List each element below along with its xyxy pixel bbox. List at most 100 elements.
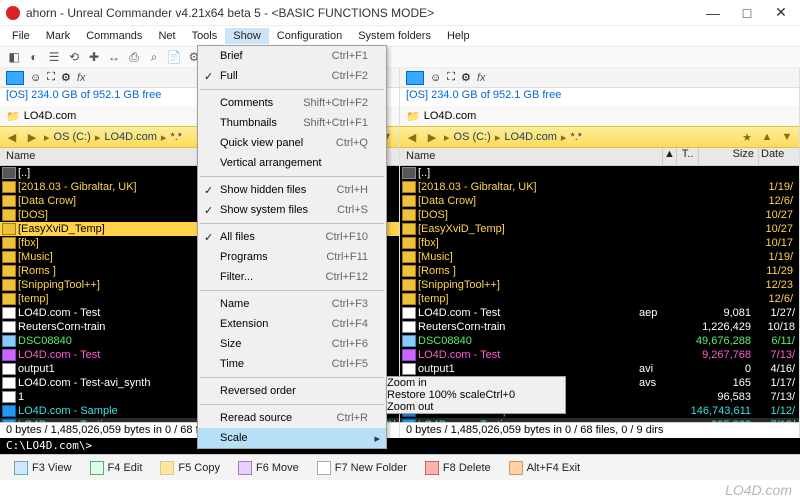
menu-item-vertical-arrangement[interactable]: Vertical arrangement [198, 153, 386, 173]
submenu-item-zoom-out[interactable]: Zoom out [387, 401, 565, 413]
menu-item-full[interactable]: ✓FullCtrl+F2 [198, 66, 386, 86]
list-item[interactable]: [fbx]10/17 [400, 236, 799, 250]
tool-icon[interactable]: ◧ [6, 49, 22, 65]
menu-item-all-files[interactable]: ✓All filesCtrl+F10 [198, 227, 386, 247]
drive-icon[interactable]: ☺ [430, 72, 441, 84]
nav-back-icon[interactable]: ◀ [404, 131, 420, 144]
list-item[interactable]: [DOS]10/27 [400, 208, 799, 222]
path-folder: LO4D.com [104, 131, 157, 143]
tool-icon[interactable]: ⌕ [146, 49, 162, 65]
list-item[interactable]: [2018.03 - Gibraltar, UK]1/19/ [400, 180, 799, 194]
fkey-f6-move[interactable]: F6 Move [238, 461, 299, 475]
nav-fwd-icon[interactable]: ▶ [424, 131, 440, 144]
fkey-alt-f4-exit[interactable]: Alt+F4 Exit [509, 461, 581, 475]
menu-item-thumbnails[interactable]: ThumbnailsShift+Ctrl+F1 [198, 113, 386, 133]
menu-item-time[interactable]: TimeCtrl+F5 [198, 354, 386, 374]
menu-configuration[interactable]: Configuration [269, 28, 350, 44]
fkey-f4-edit[interactable]: F4 Edit [90, 461, 143, 475]
menu-mark[interactable]: Mark [38, 28, 78, 44]
drive-c-icon[interactable] [406, 71, 424, 85]
drive-icon[interactable]: ⚙ [461, 71, 471, 84]
path-down-icon[interactable]: ▼ [779, 131, 795, 143]
file-icon [2, 377, 16, 389]
drive-bar: ☺ ⛶ ⚙ fx [400, 68, 799, 88]
menu-item-reread-source[interactable]: Reread sourceCtrl+R [198, 408, 386, 428]
command-line[interactable]: C:\LO4D.com\> [0, 438, 800, 454]
menu-item-show-hidden-files[interactable]: ✓Show hidden filesCtrl+H [198, 180, 386, 200]
menu-item-programs[interactable]: ProgramsCtrl+F11 [198, 247, 386, 267]
nav-fwd-icon[interactable]: ▶ [24, 131, 40, 144]
menu-commands[interactable]: Commands [78, 28, 150, 44]
tab-label[interactable]: LO4D.com [424, 110, 477, 122]
menu-item-shortcut: Ctrl+H [337, 184, 368, 196]
file-icon [402, 209, 416, 221]
list-item[interactable]: [temp]12/6/ [400, 292, 799, 306]
path-star-icon[interactable]: ★ [739, 131, 755, 144]
fkey-f3-view[interactable]: F3 View [14, 461, 72, 475]
list-item[interactable]: LO4D.com - Testing995,3827/13/ [400, 418, 799, 422]
fkey-f7-new-folder[interactable]: F7 New Folder [317, 461, 407, 475]
tool-icon[interactable]: ◐ [26, 49, 42, 65]
menu-item-show-system-files[interactable]: ✓Show system filesCtrl+S [198, 200, 386, 220]
list-item[interactable]: [Data Crow]12/6/ [400, 194, 799, 208]
fkey-label: F7 New Folder [335, 462, 407, 474]
list-item[interactable]: [SnippingTool++]12/23 [400, 278, 799, 292]
minimize-button[interactable]: — [696, 2, 730, 24]
drive-icon[interactable]: ⛶ [47, 71, 55, 84]
list-item[interactable]: [..] [400, 166, 799, 180]
file-icon [2, 251, 16, 263]
scale-submenu[interactable]: Zoom inRestore 100% scaleCtrl+0Zoom out [386, 376, 566, 414]
menu-item-shortcut: Shift+Ctrl+F2 [303, 97, 368, 109]
menu-net[interactable]: Net [150, 28, 183, 44]
path-bar[interactable]: ◀ ▶ ▸ OS (C:) ▸ LO4D.com ▸ *.* ★ ▲ ▼ [400, 126, 799, 148]
list-item[interactable]: [Music]1/19/ [400, 250, 799, 264]
menu-item-comments[interactable]: CommentsShift+Ctrl+F2 [198, 93, 386, 113]
menu-item-brief[interactable]: BriefCtrl+F1 [198, 46, 386, 66]
list-item[interactable]: [Roms ]11/29 [400, 264, 799, 278]
file-icon [2, 335, 16, 347]
drive-c-icon[interactable] [6, 71, 24, 85]
tool-icon[interactable]: ↔ [106, 49, 122, 65]
tool-icon[interactable]: ☰ [46, 49, 62, 65]
path-drive: OS (C:) [454, 131, 491, 143]
menu-item-quick-view-panel[interactable]: Quick view panelCtrl+Q [198, 133, 386, 153]
maximize-button[interactable]: □ [730, 2, 764, 24]
menu-item-reversed-order[interactable]: Reversed order [198, 381, 386, 401]
menu-item-size[interactable]: SizeCtrl+F6 [198, 334, 386, 354]
submenu-item-restore-100-scale[interactable]: Restore 100% scaleCtrl+0 [387, 389, 565, 401]
menu-item-shortcut: Shift+Ctrl+F1 [303, 117, 368, 129]
menu-item-name[interactable]: NameCtrl+F3 [198, 294, 386, 314]
list-item[interactable]: DSC0884049,676,2886/11/ [400, 334, 799, 348]
fkey-f5-copy[interactable]: F5 Copy [160, 461, 220, 475]
menu-show[interactable]: Show [225, 28, 269, 44]
file-icon [402, 265, 416, 277]
drive-icon[interactable]: ⚙ [61, 71, 71, 84]
nav-back-icon[interactable]: ◀ [4, 131, 20, 144]
tool-icon[interactable]: ⟲ [66, 49, 82, 65]
tool-icon[interactable]: ✚ [86, 49, 102, 65]
menu-item-extension[interactable]: ExtensionCtrl+F4 [198, 314, 386, 334]
menu-help[interactable]: Help [439, 28, 478, 44]
menu-system-folders[interactable]: System folders [350, 28, 439, 44]
tab-label[interactable]: LO4D.com [24, 110, 77, 122]
list-item[interactable]: LO4D.com - Test9,267,7687/13/ [400, 348, 799, 362]
menu-tools[interactable]: Tools [184, 28, 226, 44]
column-headers[interactable]: Name ▲ T.. Size Date [400, 148, 799, 166]
show-menu-dropdown[interactable]: BriefCtrl+F1✓FullCtrl+F2 CommentsShift+Ct… [197, 45, 387, 449]
menu-item-filter-[interactable]: Filter...Ctrl+F12 [198, 267, 386, 287]
tool-icon[interactable]: ⎙ [126, 49, 142, 65]
submenu-item-zoom-in[interactable]: Zoom in [387, 377, 565, 389]
drive-icon[interactable]: ☺ [30, 72, 41, 84]
menu-file[interactable]: File [4, 28, 38, 44]
file-icon [402, 349, 416, 361]
list-item[interactable]: LO4D.com - Testaep9,0811/27/ [400, 306, 799, 320]
close-button[interactable]: ✕ [764, 2, 798, 24]
list-item[interactable]: output1avi04/16/ [400, 362, 799, 376]
drive-icon[interactable]: ⛶ [447, 71, 455, 84]
list-item[interactable]: [EasyXviD_Temp]10/27 [400, 222, 799, 236]
menu-item-scale[interactable]: Scale▸ [198, 428, 386, 448]
path-up-icon[interactable]: ▲ [759, 131, 775, 143]
fkey-f8-delete[interactable]: F8 Delete [425, 461, 491, 475]
list-item[interactable]: ReutersCorn-train1,226,42910/18 [400, 320, 799, 334]
tool-icon[interactable]: 📄 [166, 49, 182, 65]
